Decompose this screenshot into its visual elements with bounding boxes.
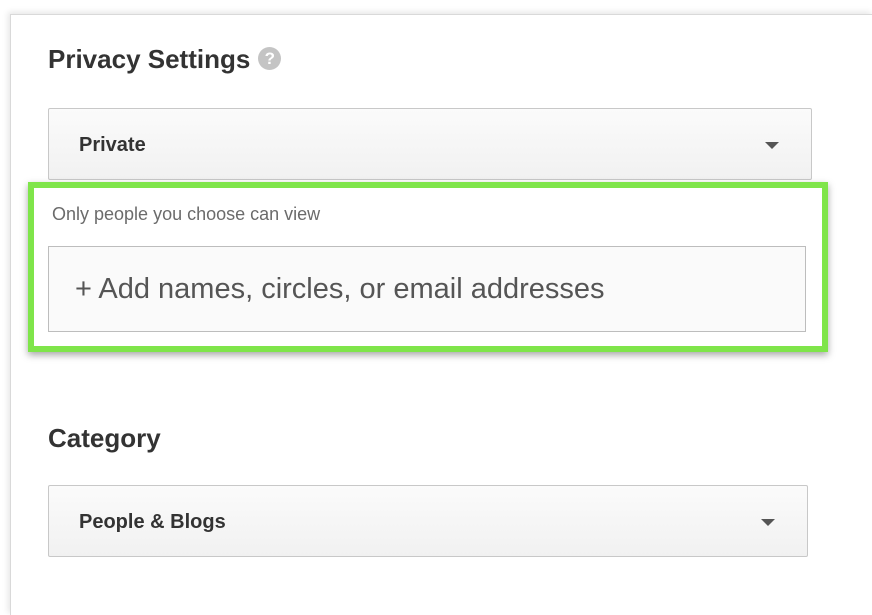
share-recipients-input[interactable]	[48, 246, 806, 332]
category-dropdown[interactable]: People & Blogs	[48, 485, 808, 557]
chevron-down-icon	[761, 519, 775, 526]
privacy-helper-text: Only people you choose can view	[52, 204, 321, 224]
category-heading: Category	[48, 423, 161, 453]
question-mark-icon[interactable]: ?	[258, 47, 282, 70]
chevron-down-icon	[765, 142, 779, 149]
privacy-dropdown-value: Private	[79, 134, 146, 156]
privacy-dropdown[interactable]: Private	[48, 108, 812, 180]
privacy-settings-heading: Privacy Settings?	[48, 44, 282, 74]
privacy-settings-title: Privacy Settings	[48, 44, 251, 74]
category-dropdown-value: People & Blogs	[79, 511, 226, 533]
